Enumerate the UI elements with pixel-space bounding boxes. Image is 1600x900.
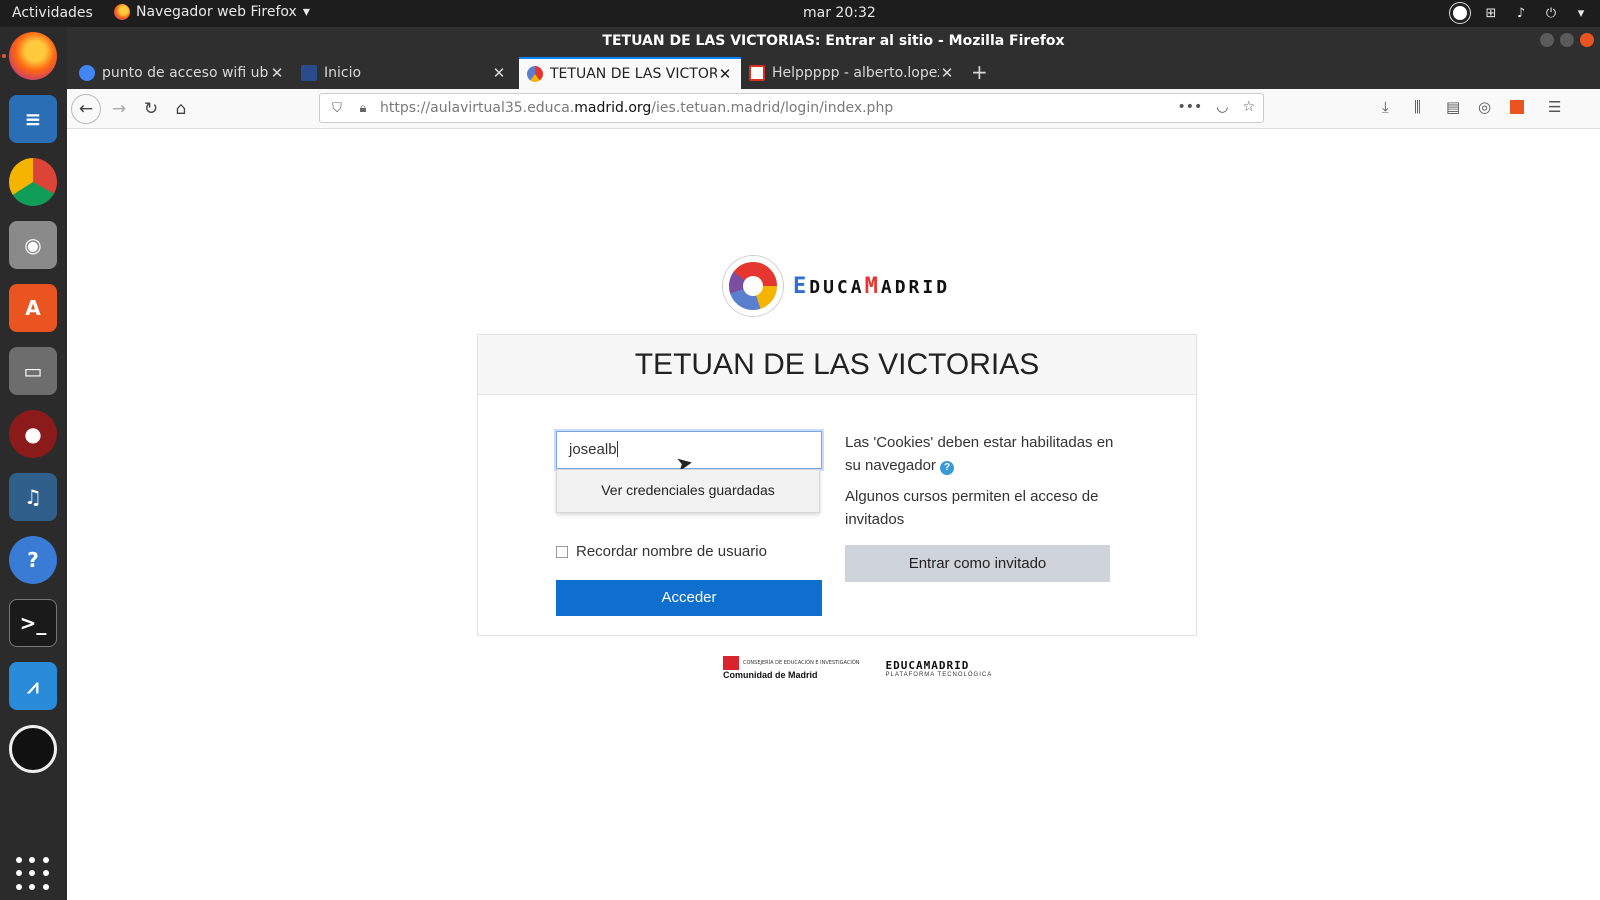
window-title: TETUAN DE LAS VICTORIAS: Entrar al sitio… [602, 33, 1065, 49]
login-card: TETUAN DE LAS VICTORIAS josealb ➤ Ver cr… [477, 334, 1197, 636]
close-icon[interactable]: ✕ [717, 65, 733, 83]
files-icon[interactable]: ▭ [9, 347, 57, 395]
login-button[interactable]: Acceder [556, 580, 822, 616]
text-caret [616, 441, 618, 457]
close-window-button[interactable] [1580, 33, 1594, 47]
network-icon[interactable]: ⊞ [1482, 4, 1500, 22]
obs-tray-icon[interactable] [1450, 3, 1470, 23]
dock-active-indicator [2, 54, 6, 58]
writer-icon[interactable]: ≡ [9, 95, 57, 143]
help-icon[interactable]: ? [940, 461, 955, 475]
url-bar[interactable]: ⛉ 🔒︎ https://aulavirtual35.educa. madrid.… [319, 93, 1264, 123]
forward-button[interactable]: → [107, 97, 131, 121]
firefox-icon[interactable] [9, 32, 57, 80]
url-prefix: https://aulavirtual35.educa. [380, 100, 575, 116]
url-host: madrid.org [574, 100, 652, 116]
bookmark-star-icon[interactable]: ☆ [1242, 99, 1255, 115]
navigation-toolbar: ← → ↻ ⌂ ⛉ 🔒︎ https://aulavirtual35.educa… [67, 89, 1600, 129]
saved-credentials-option[interactable]: Ver credenciales guardadas [556, 469, 820, 513]
chevron-down-icon[interactable]: ▾ [1572, 4, 1590, 22]
gmail-favicon-icon [749, 65, 765, 81]
dock: ≡ ◉ A ▭ ● ♫ ? >_ ⩘ [0, 27, 67, 900]
sidebar-icon[interactable]: ▤ [1446, 98, 1460, 116]
url-actions: ••• ◡ ☆ [1177, 99, 1255, 115]
show-applications-icon[interactable] [16, 857, 50, 891]
educamadrid-platform-sub: PLATAFORMA TECNOLÓGICA [885, 671, 993, 678]
terminal-icon[interactable]: >_ [9, 599, 57, 647]
back-button[interactable]: ← [71, 94, 101, 124]
tab-label: TETUAN DE LAS VICTORIAS [550, 66, 717, 82]
account-icon[interactable]: ◎ [1478, 98, 1491, 116]
help-icon[interactable]: ? [9, 536, 57, 584]
comunidad-madrid-logo[interactable]: CONSEJERÍA DE EDUCACIÓN E INVESTIGACIÓN … [723, 656, 860, 680]
activities-button[interactable]: Actividades [12, 5, 93, 21]
monitor-icon[interactable]: ⩘ [9, 662, 57, 710]
system-top-bar: Actividades Navegador web Firefox ▾ mar … [0, 0, 1600, 27]
remember-username-checkbox[interactable] [556, 545, 568, 558]
tab-wifi[interactable]: punto de acceso wifi ubuntu ✕ [71, 57, 293, 89]
software-center-icon[interactable]: A [9, 284, 57, 332]
pocket-icon[interactable]: ◡ [1216, 99, 1228, 115]
app-menu-label: Navegador web Firefox [136, 4, 297, 20]
window-controls [1540, 33, 1594, 47]
consejeria-text: CONSEJERÍA DE EDUCACIÓN E INVESTIGACIÓN [743, 660, 860, 666]
tab-strip: punto de acceso wifi ubuntu ✕ Inicio ✕ T… [67, 55, 1600, 89]
cookies-text: Las 'Cookies' deben estar habilitadas en… [845, 434, 1114, 474]
chrome-icon[interactable] [9, 158, 57, 206]
educamadrid-logo: EDUCAMADRID [723, 256, 950, 316]
tab-label: Inicio [324, 65, 362, 81]
footer-logos: CONSEJERÍA DE EDUCACIÓN E INVESTIGACIÓN … [723, 656, 992, 680]
new-tab-button[interactable]: + [971, 60, 988, 84]
extension-icon[interactable] [1510, 100, 1524, 114]
remember-username[interactable]: Recordar nombre de usuario [556, 543, 767, 560]
library-icon[interactable]: ⫼ [1414, 98, 1421, 116]
close-icon[interactable]: ✕ [491, 64, 507, 82]
home-button[interactable]: ⌂ [169, 97, 193, 121]
menu-icon[interactable]: ☰ [1548, 98, 1561, 116]
username-value: josealb [569, 441, 617, 458]
audacity-icon[interactable]: ♫ [9, 473, 57, 521]
clock[interactable]: mar 20:32 [803, 5, 876, 21]
close-icon[interactable]: ✕ [939, 64, 955, 82]
educamadrid-platform-logo[interactable]: EDUCAMADRID PLATAFORMA TECNOLÓGICA [886, 659, 993, 678]
recorder-icon[interactable]: ● [9, 410, 57, 458]
guest-login-button[interactable]: Entrar como invitado [845, 545, 1110, 582]
window-titlebar: TETUAN DE LAS VICTORIAS: Entrar al sitio… [67, 27, 1600, 55]
close-icon[interactable]: ✕ [269, 64, 285, 82]
educamadrid-logo-mark [723, 256, 783, 316]
page-actions-icon[interactable]: ••• [1177, 99, 1202, 115]
madrid-flag-icon [723, 656, 739, 670]
downloads-icon[interactable]: ⤓ [1382, 98, 1389, 116]
tab-label: punto de acceso wifi ubuntu [102, 65, 269, 81]
google-favicon-icon [79, 65, 95, 81]
tab-inicio[interactable]: Inicio ✕ [293, 57, 515, 89]
reload-button[interactable]: ↻ [139, 97, 163, 121]
guest-info: Algunos cursos permiten el acceso de inv… [845, 488, 1099, 528]
chevron-down-icon: ▾ [302, 4, 310, 20]
firefox-icon [114, 4, 130, 20]
tab-tetuan[interactable]: TETUAN DE LAS VICTORIAS ✕ [519, 57, 741, 89]
comunidad-madrid-text: Comunidad de Madrid [723, 670, 818, 680]
educamadrid-logo-text: EDUCAMADRID [793, 273, 951, 299]
shield-icon[interactable]: ⛉ [328, 101, 346, 116]
moodle-favicon-icon [301, 65, 317, 81]
educamadrid-platform-name: EDUCAMADRID [885, 658, 970, 672]
obs-icon[interactable] [9, 725, 57, 773]
power-icon[interactable]: ⏻ [1542, 4, 1560, 22]
url-path: /ies.tetuan.madrid/login/index.php [651, 100, 894, 116]
site-heading: TETUAN DE LAS VICTORIAS [478, 335, 1196, 395]
tab-gmail[interactable]: Helppppp - alberto.lopez ✕ [741, 57, 963, 89]
lock-icon[interactable]: 🔒︎ [354, 101, 372, 116]
camera-icon[interactable]: ◉ [9, 221, 57, 269]
app-menu[interactable]: Navegador web Firefox ▾ [114, 4, 310, 20]
remember-username-label: Recordar nombre de usuario [576, 543, 767, 560]
maximize-button[interactable] [1560, 33, 1574, 47]
educamadrid-favicon-icon [527, 66, 543, 82]
minimize-button[interactable] [1540, 33, 1554, 47]
cookies-notice: Las 'Cookies' deben estar habilitadas en… [845, 431, 1115, 477]
system-tray: ⊞ ♪ ⏻ ▾ [1450, 3, 1590, 23]
volume-icon[interactable]: ♪ [1512, 4, 1530, 22]
page-content: EDUCAMADRID TETUAN DE LAS VICTORIAS jose… [67, 129, 1600, 900]
tab-label: Helppppp - alberto.lopez [772, 65, 939, 81]
